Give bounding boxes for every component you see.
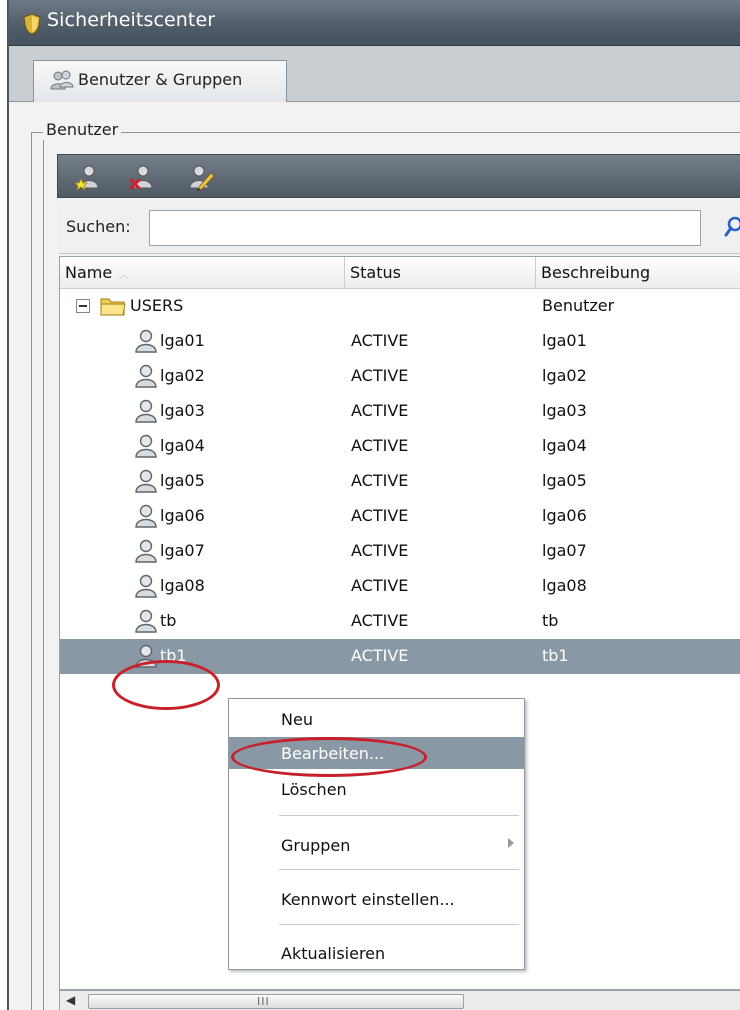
- column-header-name[interactable]: Name ︿: [60, 257, 345, 289]
- search-bar: Suchen: ▼: [59, 202, 740, 254]
- search-icon[interactable]: [724, 216, 740, 238]
- user-icon: [135, 504, 157, 528]
- table-row[interactable]: tb ACTIVE tb: [60, 604, 740, 639]
- table-header: Name ︿ Status Beschreibung: [60, 257, 740, 289]
- menu-item-set-password[interactable]: Kennwort einstellen...: [229, 883, 524, 915]
- user-description: tb1: [542, 646, 569, 665]
- collapse-icon[interactable]: [76, 299, 90, 313]
- tab-strip: Benutzer & Gruppen: [9, 46, 740, 103]
- users-group-icon: [50, 70, 74, 90]
- tab-users-groups[interactable]: Benutzer & Gruppen: [33, 60, 287, 103]
- user-name: lga03: [160, 401, 205, 420]
- user-status: ACTIVE: [351, 506, 409, 525]
- user-name: lga08: [160, 576, 205, 595]
- user-toolbar: [57, 154, 740, 198]
- table-row[interactable]: tb1 ACTIVE tb1: [60, 639, 740, 674]
- user-status: ACTIVE: [351, 576, 409, 595]
- user-description: lga06: [542, 506, 587, 525]
- user-description: lga04: [542, 436, 587, 455]
- user-description: lga05: [542, 471, 587, 490]
- table-row[interactable]: lga04 ACTIVE lga04: [60, 429, 740, 464]
- menu-separator: [279, 924, 519, 925]
- user-icon: [135, 574, 157, 598]
- table-row[interactable]: lga02 ACTIVE lga02: [60, 359, 740, 394]
- column-header-status[interactable]: Status: [345, 257, 536, 289]
- user-description: lga08: [542, 576, 587, 595]
- user-icon: [135, 399, 157, 423]
- menu-item-edit[interactable]: Bearbeiten...: [229, 737, 524, 769]
- user-name: lga01: [160, 331, 205, 350]
- user-name: lga07: [160, 541, 205, 560]
- shield-icon: [23, 13, 41, 35]
- user-status: ACTIVE: [351, 471, 409, 490]
- user-icon: [135, 644, 157, 668]
- table-row[interactable]: lga05 ACTIVE lga05: [60, 464, 740, 499]
- user-status: ACTIVE: [351, 331, 409, 350]
- user-description: lga01: [542, 331, 587, 350]
- table-row[interactable]: lga03 ACTIVE lga03: [60, 394, 740, 429]
- user-icon: [135, 609, 157, 633]
- user-status: ACTIVE: [351, 436, 409, 455]
- user-status: ACTIVE: [351, 646, 409, 665]
- menu-item-groups[interactable]: Gruppen: [229, 829, 524, 861]
- user-icon: [135, 364, 157, 388]
- column-header-description[interactable]: Beschreibung: [536, 257, 740, 289]
- user-description: lga03: [542, 401, 587, 420]
- table-row[interactable]: lga08 ACTIVE lga08: [60, 569, 740, 604]
- group-legend: Benutzer: [43, 120, 122, 139]
- user-icon: [135, 539, 157, 563]
- user-status: ACTIVE: [351, 366, 409, 385]
- user-icon: [135, 329, 157, 353]
- user-status: ACTIVE: [351, 611, 409, 630]
- table-row[interactable]: lga01 ACTIVE lga01: [60, 324, 740, 359]
- tab-label: Benutzer & Gruppen: [78, 70, 243, 89]
- search-input[interactable]: [149, 210, 701, 246]
- user-status: ACTIVE: [351, 541, 409, 560]
- user-name: lga06: [160, 506, 205, 525]
- grip-icon: III: [257, 995, 270, 1008]
- user-name: lga02: [160, 366, 205, 385]
- menu-separator: [279, 869, 519, 870]
- table-row[interactable]: lga07 ACTIVE lga07: [60, 534, 740, 569]
- scroll-left-icon[interactable]: ◀: [66, 993, 75, 1007]
- search-label: Suchen:: [66, 217, 131, 236]
- title-bar: Sicherheitscenter: [9, 0, 740, 46]
- user-description: lga07: [542, 541, 587, 560]
- user-name: lga04: [160, 436, 205, 455]
- edit-user-icon[interactable]: [186, 162, 216, 192]
- folder-description: Benutzer: [542, 296, 615, 315]
- table-row[interactable]: lga06 ACTIVE lga06: [60, 499, 740, 534]
- user-name: tb: [160, 611, 177, 630]
- user-description: lga02: [542, 366, 587, 385]
- sort-icon: ︿: [118, 268, 130, 281]
- folder-row-users[interactable]: USERS Benutzer: [60, 289, 740, 324]
- menu-item-delete[interactable]: Löschen: [229, 773, 524, 805]
- folder-icon: [100, 298, 126, 316]
- submenu-arrow-icon: [508, 838, 514, 848]
- user-icon: [135, 469, 157, 493]
- user-icon: [135, 434, 157, 458]
- menu-item-new[interactable]: Neu: [229, 703, 524, 735]
- scrollbar-thumb[interactable]: III: [88, 994, 464, 1009]
- delete-user-icon[interactable]: [128, 162, 158, 192]
- folder-name: USERS: [130, 296, 184, 315]
- user-description: tb: [542, 611, 559, 630]
- context-menu: Neu Bearbeiten... Löschen Gruppen Kennwo…: [228, 698, 525, 970]
- menu-item-refresh[interactable]: Aktualisieren: [229, 937, 524, 969]
- window: Sicherheitscenter Benutzer & Gruppen Ben…: [7, 0, 740, 1010]
- menu-separator: [279, 815, 519, 816]
- add-user-icon[interactable]: [74, 162, 104, 192]
- window-title: Sicherheitscenter: [47, 9, 216, 31]
- user-name: lga05: [160, 471, 205, 490]
- horizontal-scrollbar[interactable]: ◀ III: [59, 990, 740, 1010]
- user-status: ACTIVE: [351, 401, 409, 420]
- user-name: tb1: [160, 646, 187, 665]
